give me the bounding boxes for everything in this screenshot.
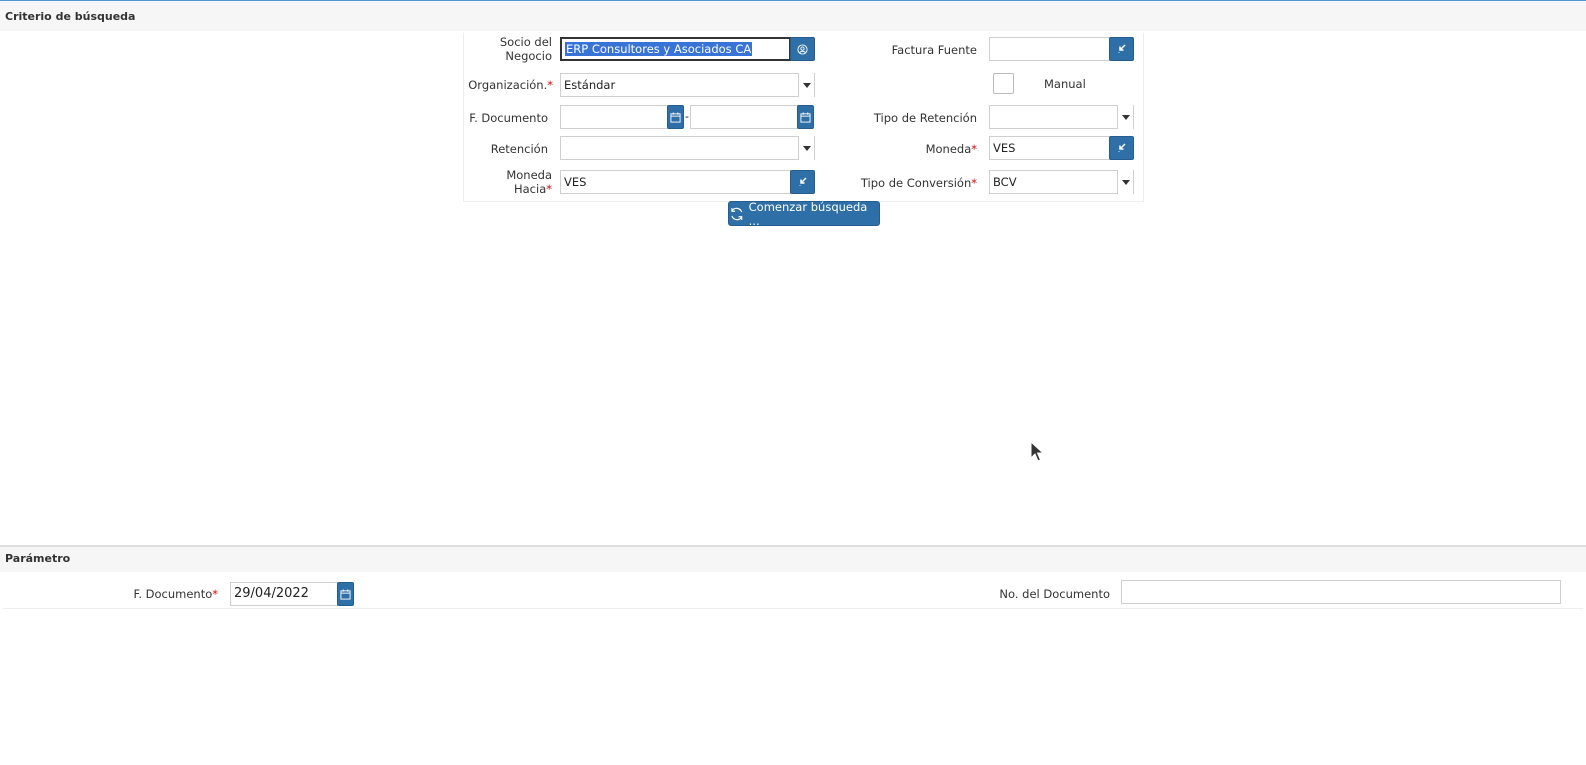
tipo-retencion-dropdown-button[interactable] [1117, 105, 1133, 129]
no-documento-label: No. del Documento [999, 587, 1110, 601]
chevron-down-icon [802, 145, 811, 151]
start-search-label: Comenzar búsqueda ... [748, 199, 868, 228]
factura-fuente-label: Factura Fuente [891, 43, 977, 57]
start-search-button[interactable]: Comenzar búsqueda ... [728, 199, 880, 228]
socio-negocio-field[interactable]: ERP Consultores y Asociados CA [560, 37, 791, 61]
moneda-hacia-label-line1: Moneda [506, 168, 552, 182]
parametro-section-header[interactable]: Parámetro [0, 545, 1586, 572]
calendar-icon [340, 588, 351, 600]
organizacion-label-text: Organización. [468, 78, 548, 92]
tipo-retencion-label: Tipo de Retención [873, 111, 977, 125]
calendar-icon [800, 111, 811, 123]
f-documento-label: F. Documento [469, 111, 548, 125]
param-f-documento-field[interactable]: 29/04/2022 [230, 582, 338, 606]
moneda-hacia-label: Moneda Hacia* [470, 168, 552, 196]
factura-fuente-lookup-button[interactable] [1109, 37, 1134, 61]
moneda-value: VES [993, 141, 1016, 155]
f-documento-from-calendar-button[interactable] [667, 105, 684, 129]
param-f-documento-label-text: F. Documento [133, 587, 213, 601]
f-documento-to-calendar-button[interactable] [797, 105, 814, 129]
chevron-down-icon [1121, 179, 1130, 185]
required-marker: * [971, 176, 977, 190]
moneda-lookup-button[interactable] [1109, 136, 1134, 160]
moneda-field[interactable]: VES [989, 136, 1111, 160]
moneda-label-text: Moneda [925, 142, 972, 156]
criteria-section-header[interactable]: Criterio de búsqueda [0, 1, 1586, 31]
organizacion-value: Estándar [564, 78, 616, 92]
param-f-documento-label: F. Documento* [100, 587, 218, 601]
moneda-hacia-field[interactable]: VES [560, 170, 791, 194]
chevron-down-icon [1121, 114, 1130, 120]
factura-fuente-field[interactable] [989, 37, 1111, 61]
required-marker: * [546, 182, 552, 196]
socio-label-line2: Negocio [505, 49, 552, 63]
socio-lookup-button[interactable] [790, 37, 815, 61]
organizacion-select[interactable]: Estándar [560, 73, 815, 97]
tipo-conversion-label: Tipo de Conversión* [855, 176, 977, 190]
tipo-conversion-value: BCV [993, 175, 1017, 189]
socio-negocio-value: ERP Consultores y Asociados CA [565, 42, 753, 56]
arrow-back-icon [798, 177, 807, 186]
socio-label-line1: Socio del [499, 35, 552, 49]
retencion-dropdown-button[interactable] [798, 136, 814, 160]
tipo-conversion-select[interactable]: BCV [989, 170, 1134, 194]
required-marker: * [212, 587, 218, 601]
arrow-back-icon [1117, 143, 1126, 152]
organizacion-dropdown-button[interactable] [798, 73, 814, 97]
criteria-section-title: Criterio de búsqueda [5, 10, 136, 23]
user-icon [797, 43, 808, 55]
retencion-label: Retención [490, 142, 548, 156]
required-marker: * [971, 142, 977, 156]
organizacion-label: Organización.* [455, 78, 553, 92]
f-documento-from-field[interactable] [560, 105, 668, 129]
socio-label: Socio del Negocio [470, 35, 552, 63]
refresh-icon [731, 207, 743, 220]
no-documento-field[interactable] [1121, 580, 1561, 604]
moneda-hacia-value: VES [564, 175, 587, 189]
tipo-conversion-dropdown-button[interactable] [1117, 170, 1133, 194]
retencion-select[interactable] [560, 136, 815, 160]
f-documento-to-field[interactable] [690, 105, 798, 129]
manual-checkbox[interactable] [993, 73, 1014, 94]
tipo-retencion-select[interactable] [989, 105, 1134, 129]
tipo-conversion-label-text: Tipo de Conversión [860, 176, 972, 190]
arrow-back-icon [1117, 44, 1126, 53]
parametro-section-title: Parámetro [5, 552, 71, 565]
required-marker: * [547, 78, 553, 92]
mouse-cursor-icon [1030, 441, 1044, 462]
moneda-label: Moneda* [880, 142, 977, 156]
param-f-documento-calendar-button[interactable] [337, 582, 354, 606]
chevron-down-icon [802, 82, 811, 88]
calendar-icon [670, 111, 681, 123]
moneda-hacia-lookup-button[interactable] [790, 170, 815, 194]
param-f-documento-value: 29/04/2022 [234, 586, 309, 601]
moneda-hacia-label-line2: Hacia [513, 182, 547, 196]
manual-label: Manual [1044, 77, 1086, 91]
